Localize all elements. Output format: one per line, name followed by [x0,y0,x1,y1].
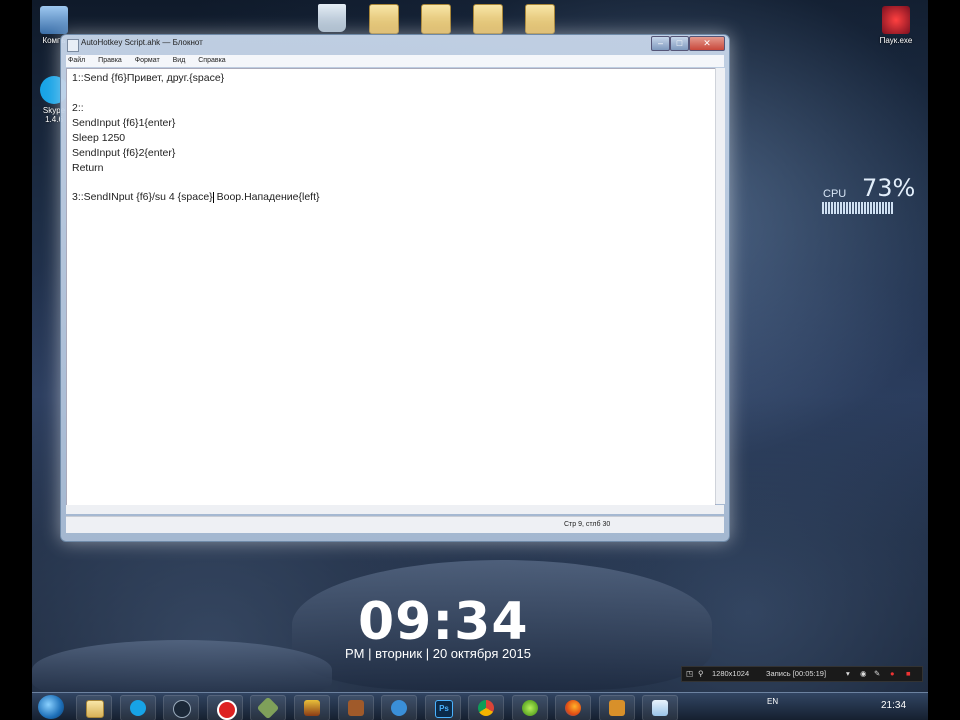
recorder-toolbar: ◳ ⚲ 1280x1024 Запись [00:05:19] ▾ ◉ ✎ ● … [681,666,923,682]
cpu-meter [822,202,894,214]
taskbar-skype[interactable] [120,695,156,720]
window-title: AutoHotkey Script.ahk — Блокнот [81,38,203,47]
menu-help[interactable]: Справка [198,55,225,67]
computer-icon [40,6,68,34]
taskbar-steam[interactable] [163,695,199,720]
cpu-label: CPU [823,188,847,200]
magnifier-icon[interactable]: ⚲ [698,669,704,678]
tray-language[interactable]: EN [767,697,778,706]
text-editor[interactable]: 1::Send {f6}Привет, друг.{space} 2:: Sen… [66,68,716,506]
folder-icon [86,700,104,718]
taskbar-notepad[interactable] [642,695,678,720]
editor-line: SendInput {f6}1{enter} [72,117,176,129]
clock-time: 09:34 [358,592,529,652]
skype-icon [130,700,146,716]
taskbar-app[interactable] [294,695,330,720]
taskbar-explorer[interactable] [76,695,112,720]
app-icon [348,700,364,716]
menu-file[interactable]: Файл [68,55,85,67]
folder-icon [421,4,451,34]
maximize-button[interactable]: □ [670,36,689,51]
editor-line: 3::SendINput {f6}/su 4 {space} Boop.Напа… [72,191,320,203]
notepad-icon [652,700,668,716]
clock-date: PM | вторник | 20 октября 2015 [345,646,531,661]
editor-line: SendInput {f6}2{enter} [72,147,176,159]
editor-text: 3::SendINput {f6}/su 4 {space} [72,191,213,203]
app-icon [391,700,407,716]
letterbox-left [0,0,32,720]
icq-icon [522,700,538,716]
dropdown-icon[interactable]: ▾ [846,669,850,678]
letterbox-right [928,0,960,720]
taskbar-icq[interactable] [512,695,548,720]
record-icon[interactable]: ● [890,669,895,678]
cpu-value: 73% [862,174,916,202]
text-caret [212,191,214,203]
editor-line: 1::Send {f6}Привет, друг.{space} [72,72,225,84]
horizontal-scrollbar[interactable] [66,505,724,514]
pen-icon[interactable]: ✎ [874,669,880,678]
taskbar-photoshop[interactable]: Ps [425,695,461,720]
desktop-icon-folder[interactable] [408,4,464,36]
menu-format[interactable]: Формат [135,55,160,67]
taskbar-record[interactable] [207,695,243,720]
notepad-app-icon [67,39,79,52]
title-bar[interactable]: AutoHotkey Script.ahk — Блокнот – □ ✕ [61,35,729,53]
start-button[interactable] [38,695,64,719]
stop-icon[interactable]: ■ [906,669,911,678]
recorder-icon: ◳ [686,669,694,678]
minimize-button[interactable]: – [651,36,670,51]
desktop-icon-folder[interactable] [356,4,412,36]
photoshop-icon: Ps [435,700,453,718]
close-button[interactable]: ✕ [689,36,725,51]
desktop-icon-recycle-bin[interactable] [304,4,360,34]
steam-icon [173,700,191,718]
taskbar-firefox[interactable] [555,695,591,720]
tray-clock[interactable]: 21:34 [881,700,906,711]
menu-bar: Файл Правка Формат Вид Справка [66,55,724,67]
menu-view[interactable]: Вид [173,55,186,67]
vertical-scrollbar[interactable] [715,68,725,504]
chrome-icon [478,700,494,716]
editor-line: Sleep 1250 [72,132,126,144]
record-app-icon [217,700,237,720]
taskbar-csgo[interactable] [599,695,635,720]
taskbar-app[interactable] [338,695,374,720]
app-icon [256,696,280,720]
taskbar-app[interactable] [250,695,286,720]
editor-text: Boop.Нападение{left} [216,191,320,203]
recorder-status: Запись [00:05:19] [766,669,827,678]
app-icon [304,700,320,716]
desktop-icon-folder[interactable] [460,4,516,36]
notepad-window[interactable]: AutoHotkey Script.ahk — Блокнот – □ ✕ Фа… [60,34,730,542]
recycle-bin-icon [318,4,346,32]
firefox-icon [565,700,581,716]
spider-icon [882,6,910,34]
editor-line: Return [72,162,104,174]
csgo-icon [609,700,625,716]
cursor-position: Стр 9, стлб 30 [564,521,611,528]
editor-line: 2:: [72,102,84,114]
status-bar: Стр 9, стлб 30 [66,516,724,533]
wallpaper-rock [32,640,332,700]
folder-icon [369,4,399,34]
camera-icon[interactable]: ◉ [860,669,867,678]
taskbar: Ps [32,692,928,720]
desktop-icon-spider[interactable]: Паук.exe [868,6,924,45]
folder-icon [525,4,555,34]
taskbar-app[interactable] [381,695,417,720]
recorder-resolution: 1280x1024 [712,669,750,678]
taskbar-chrome[interactable] [468,695,504,720]
desktop-icon-folder[interactable] [512,4,568,36]
folder-icon [473,4,503,34]
menu-edit[interactable]: Правка [98,55,122,67]
